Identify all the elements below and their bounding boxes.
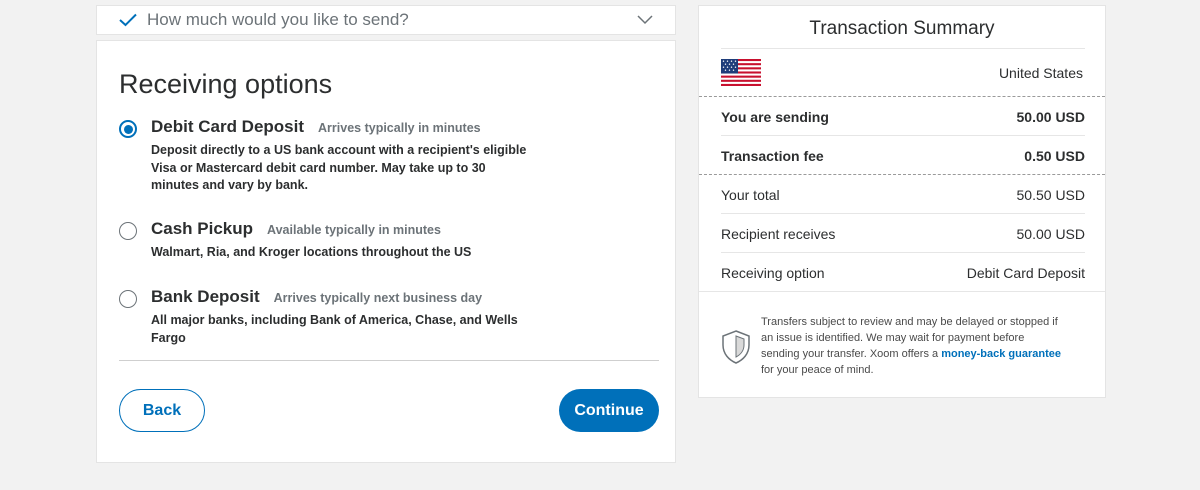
radio-debit-card-deposit[interactable]: [119, 120, 137, 138]
option-description: Deposit directly to a US bank account wi…: [151, 143, 527, 192]
us-flag-icon: [721, 59, 761, 86]
row-value: 50.00 USD: [1016, 109, 1085, 125]
divider: [721, 48, 1085, 49]
checkmark-icon: [119, 13, 137, 27]
divider: [721, 252, 1085, 253]
summary-row-recipient-receives: Recipient receives 50.00 USD: [721, 226, 1085, 242]
back-button[interactable]: Back: [119, 389, 205, 432]
option-cash-pickup[interactable]: Cash Pickup Available typically in minute…: [119, 219, 539, 265]
receiving-options-heading: Receiving options: [119, 69, 333, 99]
chevron-down-icon[interactable]: [637, 13, 653, 27]
summary-row-sending: You are sending 50.00 USD: [721, 109, 1085, 125]
radio-bank-deposit[interactable]: [119, 290, 137, 308]
option-description: Walmart, Ria, and Kroger locations throu…: [151, 245, 472, 259]
radio-cash-pickup[interactable]: [119, 222, 137, 240]
continue-button[interactable]: Continue: [559, 389, 659, 432]
row-value: 50.50 USD: [1016, 187, 1085, 203]
row-label: Transaction fee: [721, 148, 824, 164]
divider: [699, 291, 1105, 292]
option-time: Available typically in minutes: [267, 223, 441, 237]
divider: [119, 360, 659, 361]
summary-title: Transaction Summary: [809, 18, 995, 39]
summary-row-total: Your total 50.50 USD: [721, 187, 1085, 203]
option-time: Arrives typically next business day: [273, 291, 483, 305]
summary-row-fee: Transaction fee 0.50 USD: [721, 148, 1085, 164]
row-value: Debit Card Deposit: [966, 265, 1085, 281]
shield-icon: [722, 330, 750, 364]
row-label: Receiving option: [721, 265, 825, 281]
recipient-country: United States: [998, 65, 1083, 81]
receiving-options-card: Receiving options Debit Card Deposit Arri…: [96, 40, 676, 463]
row-value: 0.50 USD: [1024, 148, 1085, 164]
divider: [721, 213, 1085, 214]
row-label: You are sending: [721, 109, 829, 125]
step-amount-header[interactable]: How much would you like to send?: [96, 5, 676, 35]
step-amount-title: How much would you like to send?: [147, 10, 409, 29]
divider: [721, 135, 1085, 136]
row-label: Your total: [721, 187, 780, 203]
option-time: Arrives typically in minutes: [318, 121, 481, 135]
money-back-guarantee-link[interactable]: money-back guarantee: [941, 348, 1061, 360]
option-debit-card-deposit[interactable]: Debit Card Deposit Arrives typically in m…: [119, 117, 539, 197]
option-description: All major banks, including Bank of Ameri…: [151, 313, 518, 345]
transaction-summary-panel: Transaction Summary United States You ar…: [698, 5, 1106, 398]
option-name: Cash Pickup: [151, 219, 254, 238]
row-value: 50.00 USD: [1016, 226, 1085, 242]
option-bank-deposit[interactable]: Bank Deposit Arrives typically next busin…: [119, 287, 539, 349]
divider: [699, 174, 1105, 175]
option-name: Bank Deposit: [151, 287, 260, 306]
row-label: Recipient receives: [721, 226, 836, 242]
review-notice: Transfers subject to review and may be d…: [761, 316, 1062, 376]
option-name: Debit Card Deposit: [151, 117, 305, 136]
summary-row-receiving-option: Receiving option Debit Card Deposit: [721, 265, 1085, 281]
divider: [699, 96, 1105, 97]
